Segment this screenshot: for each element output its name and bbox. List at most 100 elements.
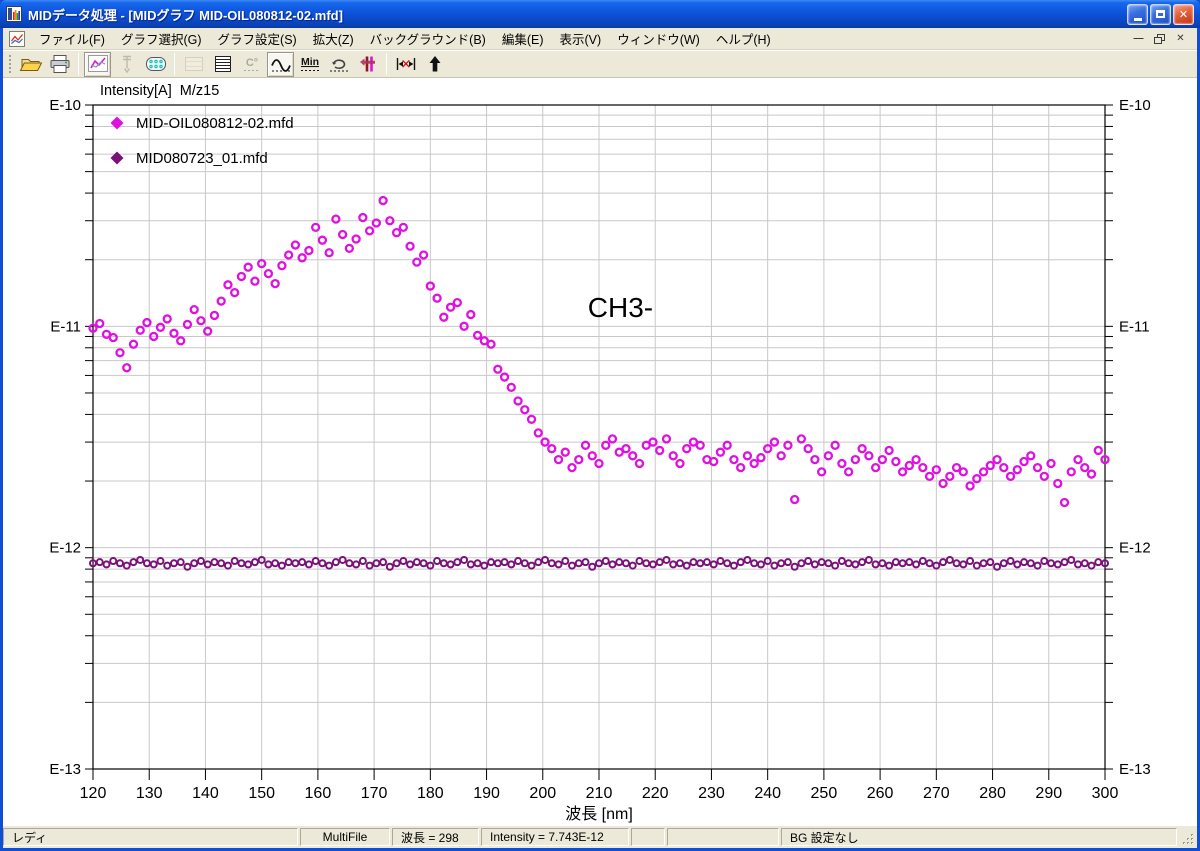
x-tick-label: 230 xyxy=(698,785,725,802)
legend-label-0: MID-OIL080812-02.mfd xyxy=(136,115,294,132)
status-intensity: Intensity = 7.743E-12 xyxy=(481,828,629,846)
mid-graph-chart[interactable]: 120 130 140 150 160 170 180 190 200 210 220 230 240 2… xyxy=(3,78,1197,826)
film-grid-icon xyxy=(182,53,206,75)
open-file-icon xyxy=(19,53,43,75)
mdi-restore-button[interactable] xyxy=(1151,31,1168,46)
y-tick-label-right: E-12 xyxy=(1119,540,1151,557)
background-icon xyxy=(356,53,380,75)
toolbar: C° Min ✕ xyxy=(3,50,1197,78)
y-tick-label-left: E-11 xyxy=(50,318,81,335)
menu-item-edit[interactable]: 編集(E) xyxy=(494,27,552,50)
y-tick-label-left: E-12 xyxy=(49,540,81,557)
y-tick-label-right: E-10 xyxy=(1119,97,1151,114)
print-button[interactable] xyxy=(46,52,73,77)
y-tick-label-right: E-13 xyxy=(1119,761,1151,778)
menu-item-background[interactable]: バックグラウンド(B) xyxy=(362,27,494,50)
x-tick-label: 120 xyxy=(80,785,107,802)
x-tick-label: 200 xyxy=(529,785,556,802)
chart-title: Intensity[A] M/z15 xyxy=(100,83,219,99)
temp-scale-button: C° xyxy=(238,52,265,77)
x-tick-label: 240 xyxy=(754,785,781,802)
y-tick-label-right: E-11 xyxy=(1119,318,1150,335)
wave-scale-button[interactable] xyxy=(267,52,294,77)
status-spare2 xyxy=(667,828,779,846)
x-tick-label: 260 xyxy=(867,785,894,802)
maximize-button[interactable] xyxy=(1150,4,1171,25)
reset-x-zoom-icon: ✕ xyxy=(394,53,418,75)
marker-points-button[interactable] xyxy=(142,52,169,77)
x-tick-label: 150 xyxy=(248,785,275,802)
minimize-button[interactable] xyxy=(1127,4,1148,25)
x-tick-label: 160 xyxy=(305,785,332,802)
menu-item-graph-select[interactable]: グラフ選択(G) xyxy=(113,27,210,50)
toolbar-grip[interactable] xyxy=(8,54,12,74)
x-tick-label: 140 xyxy=(192,785,219,802)
status-bg: BG 設定なし xyxy=(781,828,1177,846)
status-ready: レディ xyxy=(3,828,298,846)
mdi-close-button[interactable]: ✕ xyxy=(1172,31,1189,46)
legend-marker-1 xyxy=(111,152,124,165)
resize-grip[interactable] xyxy=(1179,828,1195,846)
graph-view-button[interactable] xyxy=(84,52,111,77)
menu-item-zoom[interactable]: 拡大(Z) xyxy=(305,27,362,50)
menu-bar: ファイル(F)グラフ選択(G)グラフ設定(S)拡大(Z)バックグラウンド(B)編… xyxy=(3,28,1197,50)
status-spare1 xyxy=(631,828,665,846)
redraw-button[interactable] xyxy=(325,52,352,77)
wave-scale-icon xyxy=(269,53,293,75)
x-tick-label: 220 xyxy=(642,785,669,802)
min-scale-button[interactable]: Min xyxy=(296,52,323,77)
legend-marker-0 xyxy=(111,117,124,130)
menu-item-window[interactable]: ウィンドウ(W) xyxy=(609,27,708,50)
open-file-button[interactable] xyxy=(17,52,44,77)
y-tick-label-left: E-10 xyxy=(49,97,81,114)
menu-item-view[interactable]: 表示(V) xyxy=(552,27,610,50)
app-icon xyxy=(6,6,22,22)
annotation-label: CH3- xyxy=(588,292,653,323)
toolbar-separator xyxy=(174,53,175,75)
menu-item-help[interactable]: ヘルプ(H) xyxy=(708,27,779,50)
status-bar: レディMultiFile波長 = 298Intensity = 7.743E-1… xyxy=(3,826,1197,848)
film-grid-button xyxy=(180,52,207,77)
toolbar-separator xyxy=(78,53,79,75)
legend-label-1: MID080723_01.mfd xyxy=(136,150,268,167)
export-up-icon xyxy=(423,53,447,75)
x-tick-label: 280 xyxy=(979,785,1006,802)
marker-points-icon xyxy=(144,53,168,75)
graph-client-area: 120 130 140 150 160 170 180 190 200 210 220 230 240 2… xyxy=(3,78,1197,826)
svg-text:Min: Min xyxy=(300,56,318,68)
svg-text:C°: C° xyxy=(245,57,257,69)
data-table-icon xyxy=(211,53,235,75)
x-tick-label: 190 xyxy=(473,785,500,802)
status-wavelength: 波長 = 298 xyxy=(392,828,479,846)
probe-icon xyxy=(115,53,139,75)
x-tick-label: 290 xyxy=(1035,785,1062,802)
background-button[interactable] xyxy=(354,52,381,77)
x-tick-label: 250 xyxy=(811,785,838,802)
x-tick-label: 180 xyxy=(417,785,444,802)
y-tick-label-left: E-13 xyxy=(49,761,81,778)
export-up-button[interactable] xyxy=(421,52,448,77)
redraw-icon xyxy=(327,53,351,75)
probe-button xyxy=(113,52,140,77)
temp-scale-icon: C° xyxy=(240,53,264,75)
x-tick-label: 130 xyxy=(136,785,163,802)
x-tick-label: 270 xyxy=(923,785,950,802)
svg-text:✕: ✕ xyxy=(400,57,411,72)
data-table-button[interactable] xyxy=(209,52,236,77)
mdi-minimize-button[interactable]: — xyxy=(1130,31,1147,46)
document-chart-icon xyxy=(9,31,25,47)
toolbar-separator xyxy=(386,53,387,75)
window-title: MIDデータ処理 - [MIDグラフ MID-OIL080812-02.mfd] xyxy=(28,5,343,24)
reset-x-zoom-button[interactable]: ✕ xyxy=(392,52,419,77)
print-icon xyxy=(48,53,72,75)
close-button[interactable]: ✕ xyxy=(1173,4,1194,25)
menu-item-graph-settings[interactable]: グラフ設定(S) xyxy=(210,27,305,50)
x-tick-label: 210 xyxy=(586,785,613,802)
menu-item-file[interactable]: ファイル(F) xyxy=(31,27,113,50)
x-tick-label: 170 xyxy=(361,785,388,802)
graph-view-icon xyxy=(86,53,110,75)
x-axis-title: 波長 [nm] xyxy=(565,805,633,823)
min-scale-icon: Min xyxy=(298,53,322,75)
title-bar: MIDデータ処理 - [MIDグラフ MID-OIL080812-02.mfd]… xyxy=(0,0,1200,28)
status-multifile: MultiFile xyxy=(300,828,390,846)
